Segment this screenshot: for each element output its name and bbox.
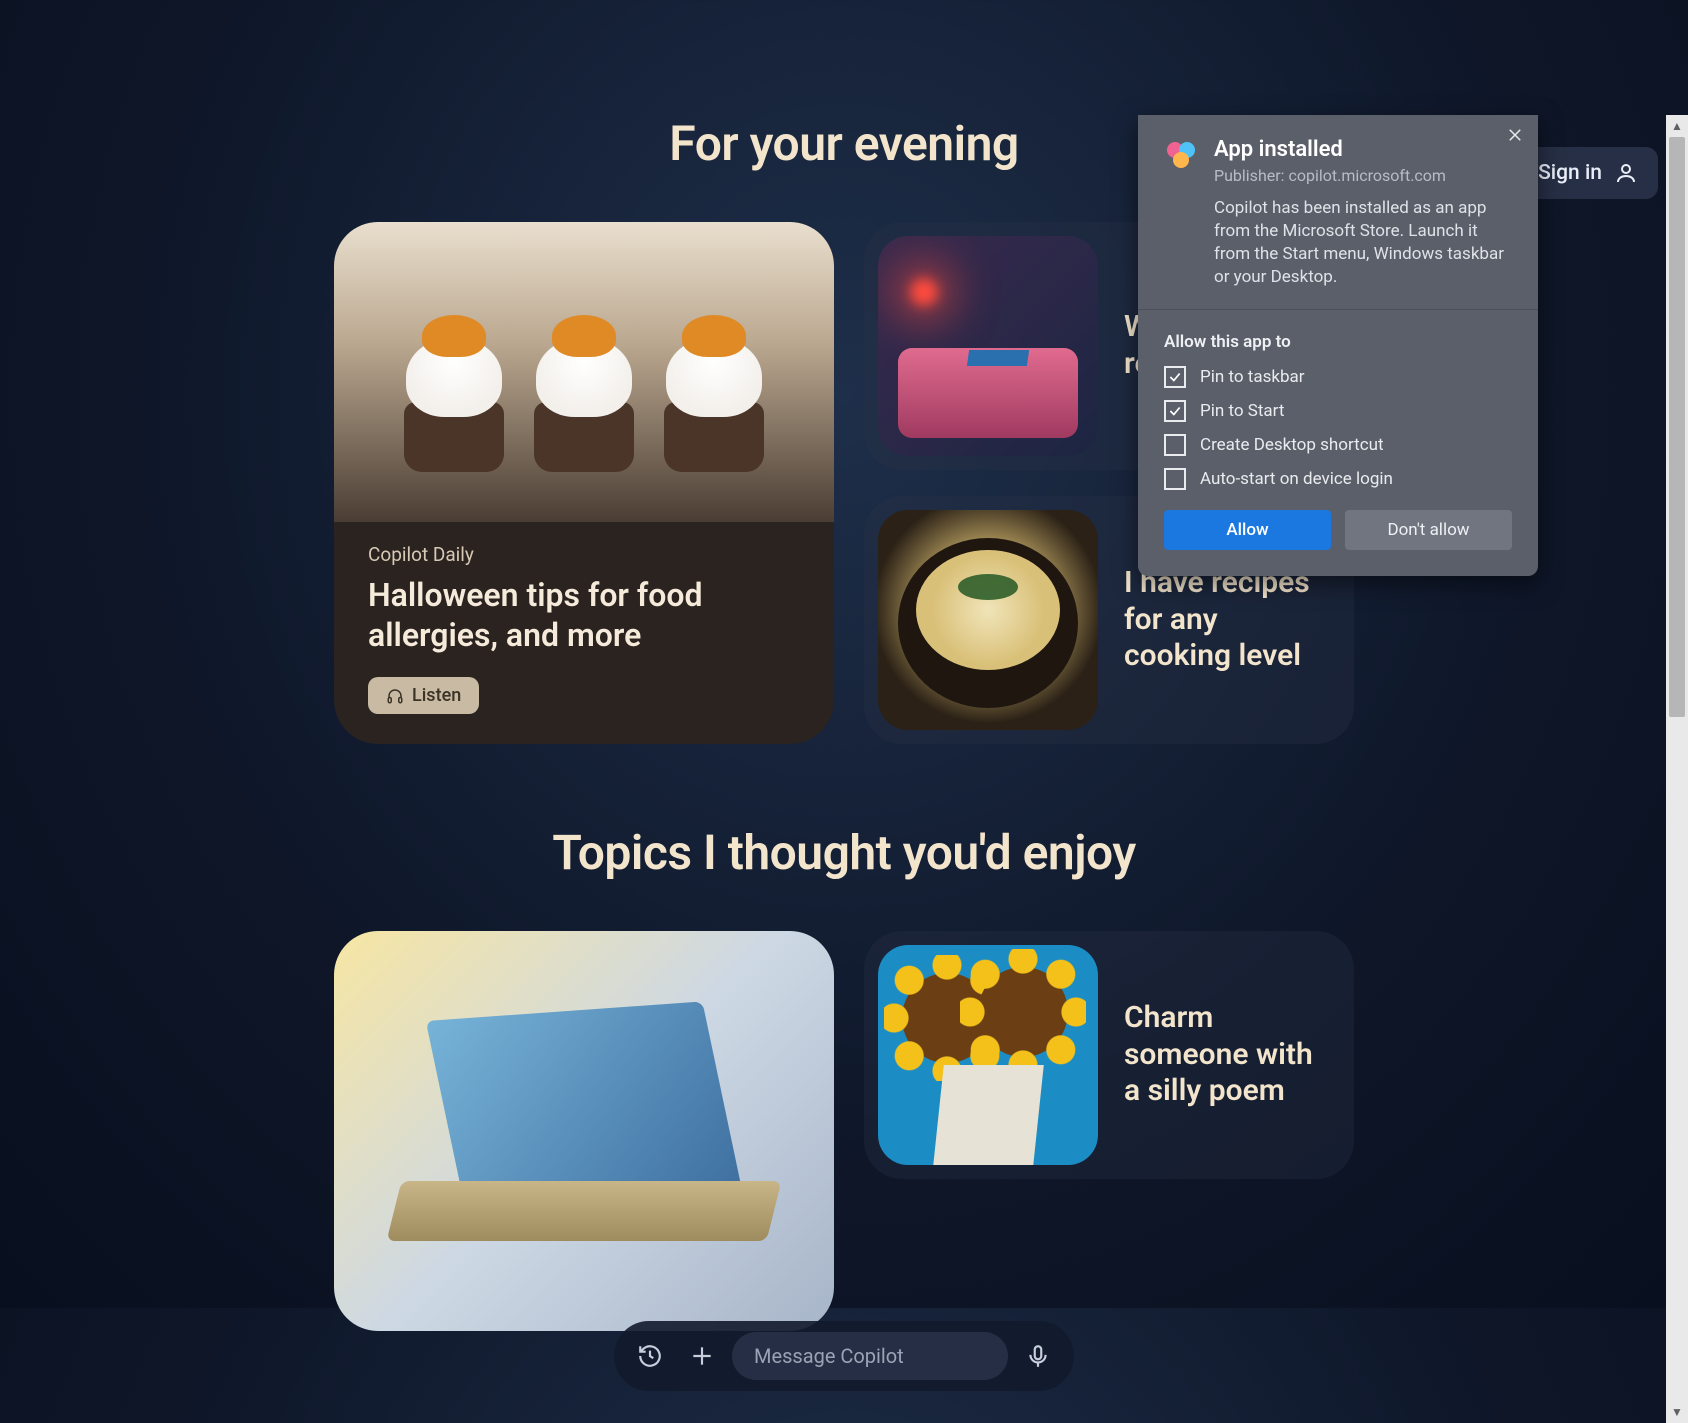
dont-allow-button[interactable]: Don't allow — [1345, 510, 1512, 550]
user-icon — [1614, 161, 1638, 185]
checkbox-icon — [1164, 400, 1186, 422]
mini-card-poem[interactable]: Charm someone with a silly poem — [864, 931, 1354, 1179]
copilot-logo-icon — [1164, 137, 1198, 171]
dialog-allow-heading: Allow this app to — [1164, 332, 1512, 352]
checkbox-label: Auto-start on device login — [1200, 469, 1393, 489]
mini-card-caption: Charm someone with a silly poem — [1124, 1000, 1332, 1110]
allow-button-label: Allow — [1226, 520, 1268, 540]
close-icon — [1506, 126, 1524, 144]
scrollbar-thumb[interactable] — [1669, 137, 1685, 717]
checkbox-label: Pin to Start — [1200, 401, 1284, 421]
history-button[interactable] — [628, 1334, 672, 1378]
dialog-publisher: Publisher: copilot.microsoft.com — [1214, 166, 1512, 185]
listen-button[interactable]: Listen — [368, 677, 479, 714]
checkbox-pin-taskbar[interactable]: Pin to taskbar — [1164, 366, 1512, 388]
checkbox-pin-start[interactable]: Pin to Start — [1164, 400, 1512, 422]
checkbox-autostart[interactable]: Auto-start on device login — [1164, 468, 1512, 490]
microphone-icon — [1025, 1343, 1051, 1369]
dont-allow-button-label: Don't allow — [1387, 520, 1469, 540]
dialog-close-button[interactable] — [1506, 125, 1524, 149]
checkbox-icon — [1164, 366, 1186, 388]
mic-button[interactable] — [1016, 1334, 1060, 1378]
scrollbar-down-arrow-icon[interactable]: ▼ — [1666, 1401, 1688, 1423]
thumb-bedroom — [878, 236, 1098, 456]
message-input[interactable]: Message Copilot — [732, 1332, 1008, 1380]
add-button[interactable] — [680, 1334, 724, 1378]
feature-image-laptop — [394, 1011, 774, 1331]
feature-card-laptop[interactable] — [334, 931, 834, 1331]
message-placeholder: Message Copilot — [754, 1344, 904, 1368]
history-icon — [637, 1343, 663, 1369]
sign-in-button[interactable]: Sign in — [1518, 147, 1658, 199]
allow-button[interactable]: Allow — [1164, 510, 1331, 550]
checkbox-icon — [1164, 468, 1186, 490]
scrollbar[interactable]: ▲ ▼ — [1666, 115, 1688, 1423]
dialog-description: Copilot has been installed as an app fro… — [1214, 197, 1512, 289]
checkbox-label: Pin to taskbar — [1200, 367, 1305, 387]
composer-bar: Message Copilot — [614, 1321, 1074, 1391]
listen-label: Listen — [412, 685, 461, 706]
feature-image-cupcakes — [334, 222, 834, 522]
checkbox-label: Create Desktop shortcut — [1200, 435, 1384, 455]
section-heading-topics: Topics I thought you'd enjoy — [334, 824, 1354, 881]
headphones-icon — [386, 687, 404, 705]
app-installed-dialog: App installed Publisher: copilot.microso… — [1138, 115, 1538, 576]
feature-eyebrow: Copilot Daily — [368, 543, 800, 566]
checkbox-icon — [1164, 434, 1186, 456]
thumb-soup — [878, 510, 1098, 730]
mini-card-caption: I have recipes for any cooking level — [1124, 565, 1332, 675]
sign-in-label: Sign in — [1538, 161, 1602, 185]
feature-title: Halloween tips for food allergies, and m… — [368, 576, 800, 655]
scrollbar-up-arrow-icon[interactable]: ▲ — [1666, 115, 1688, 137]
dialog-title: App installed — [1214, 137, 1512, 162]
plus-icon — [689, 1343, 715, 1369]
checkbox-desktop-shortcut[interactable]: Create Desktop shortcut — [1164, 434, 1512, 456]
feature-card-daily[interactable]: Copilot Daily Halloween tips for food al… — [334, 222, 834, 744]
thumb-sunflowers — [878, 945, 1098, 1165]
